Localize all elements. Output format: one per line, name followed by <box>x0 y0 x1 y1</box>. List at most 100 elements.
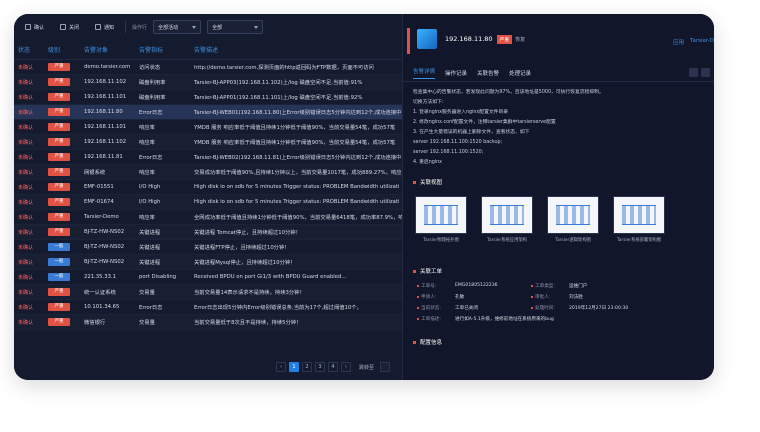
object-cell: BJ-TZ-HW-NS02 <box>84 244 125 250</box>
level-cell: 严重 <box>44 123 80 131</box>
prev-page-button[interactable]: ‹ <box>275 362 286 372</box>
status-cell: 未确认 <box>18 94 34 101</box>
workorder-section: 关联工单 <box>403 263 714 279</box>
handling-steps: 检查集中心的告警状态，若发现此问题为97%，且该地址是5000，可执行恢复流程抑… <box>403 82 714 174</box>
object-cell: 微信银行 <box>84 320 106 326</box>
tab-handling-log[interactable]: 处理记录 <box>509 69 531 77</box>
related-view-thumb[interactable]: Tarsier逻辑架构图 <box>545 196 601 243</box>
next-page-button[interactable]: › <box>340 362 351 372</box>
operate-label: 操作行 <box>132 24 148 31</box>
step-line: 1. 登录nginx服务器进入nginx配置文件目录 <box>413 110 509 115</box>
metric-cell: Error日志 <box>139 155 163 161</box>
level-cell: 严重 <box>44 168 80 176</box>
metric-cell: 磁盘利用率 <box>139 95 166 101</box>
page-button[interactable]: 3 <box>314 362 325 372</box>
status-cell: 未确认 <box>18 124 34 131</box>
activity-filter-select[interactable]: 全部活动 <box>153 20 202 34</box>
notify-button[interactable]: 通知 <box>90 20 119 34</box>
header-level[interactable]: 级别 <box>44 45 80 54</box>
level-badge: 严重 <box>48 288 70 296</box>
level-cell: 严重 <box>44 198 80 206</box>
step-line: server 192.168.11.100:1520 backup; <box>413 140 503 145</box>
level-badge: 一般 <box>48 273 70 281</box>
table-row[interactable]: 未确认 严重 网银系统 响应率 交易成功率低于阈值90%,且持续1分钟以上，当前… <box>14 165 402 180</box>
desc-cell: High disk io on sdb for 5 minutes Trigge… <box>194 199 400 205</box>
level-badge: 严重 <box>48 213 70 221</box>
jump-label: 跳转至 <box>358 364 374 371</box>
object-cell: BJ-TZ-HW-NS02 <box>84 229 125 235</box>
related-view-thumb[interactable]: Tarsier系统应用架构 <box>479 196 535 243</box>
object-cell: 192.168.11.101 <box>84 94 127 100</box>
table-row[interactable]: 未确认 严重 EMF-01551 I/O High High disk io o… <box>14 180 402 195</box>
table-row[interactable]: 未确认 严重 192.168.11.101 磁盘利用率 Tarsier-BJ-A… <box>14 90 402 105</box>
metric-cell: 关键进程 <box>139 230 161 236</box>
close-icon <box>60 24 67 30</box>
object-cell: EMF-01674 <box>84 199 114 205</box>
table-row[interactable]: 未确认 严重 EMF-01674 I/O High High disk io o… <box>14 195 402 210</box>
detail-status: 恢复 <box>515 36 526 43</box>
table-row[interactable]: 未确认 一般 BJ-TZ-HW-NS02 关键进程 关键进程FTP停止，且持续超… <box>14 240 402 255</box>
chevron-down-icon <box>254 25 259 29</box>
related-view-section: 关联视图 <box>403 174 714 190</box>
desc-cell: Received BPDU on port Gi1/3 with BPDU Gu… <box>194 274 347 280</box>
tab-alert-detail[interactable]: 告警详情 <box>413 67 436 79</box>
status-cell: 未确认 <box>18 109 34 116</box>
table-row[interactable]: 未确认 严重 192.168.11.102 磁盘利用率 Tarsier-BJ-A… <box>14 75 402 90</box>
status-cell: 未确认 <box>18 289 34 296</box>
step-line: server 192.168.11.100:1520; <box>413 150 484 155</box>
system-link[interactable]: Tarsier-D <box>690 38 714 44</box>
table-row[interactable]: 未确认 一般 BJ-TZ-HW-NS02 关键进程 关键进程Mysql停止，且持… <box>14 255 402 270</box>
close-button[interactable]: 关闭 <box>55 20 84 34</box>
page-button[interactable]: 1 <box>288 362 299 372</box>
alert-table-body: 未确认 严重 demo.tarsier.com 访问状态 http://demo… <box>14 60 402 330</box>
table-row[interactable]: 未确认 严重 192.168.11.102 响应率 YMDB 服务 响应率低于阈… <box>14 135 402 150</box>
table-row[interactable]: 未确认 严重 统一认证系统 交易量 当前交易量14表示请求不是持续，持续3分钟！ <box>14 285 402 300</box>
table-row[interactable]: 未确认 严重 BJ-TZ-HW-NS02 关键进程 关键进程 Tomcat停止，… <box>14 225 402 240</box>
confirm-button[interactable]: 确认 <box>20 20 49 34</box>
header-desc[interactable]: 告警描述 <box>190 45 402 54</box>
level-badge: 严重 <box>48 123 70 131</box>
page-button[interactable]: 4 <box>327 362 338 372</box>
tab-related-alerts[interactable]: 关联告警 <box>477 69 499 77</box>
level-cell: 严重 <box>44 108 80 116</box>
level-badge: 一般 <box>48 243 70 251</box>
gear-icon[interactable] <box>689 68 698 77</box>
detail-tabs: 告警详情 操作记录 关联告警 处理记录 <box>403 64 714 82</box>
detail-header: 192.168.11.80 严重 恢复 应用 Tarsier-D <box>403 14 714 64</box>
table-row[interactable]: 未确认 严重 10.101.34.65 Error日志 Error日志出现5分钟… <box>14 300 402 315</box>
desc-cell: 关键进程 Tomcat停止，且持续超过10分钟！ <box>194 230 301 236</box>
workorder-value: 运维门户 <box>569 284 588 289</box>
desc-cell: 关键进程Mysql停止，且持续超过10分钟！ <box>194 260 296 266</box>
app-link[interactable]: 应用 <box>673 38 684 46</box>
expand-icon[interactable] <box>701 68 710 77</box>
desc-cell: 当前交易量14表示请求不是持续，持续3分钟！ <box>194 290 305 296</box>
table-row[interactable]: 未确认 严重 192.168.11.80 Error日志 Tarsier-BJ-… <box>14 105 402 120</box>
scope-filter-select[interactable]: 全部 <box>207 20 264 34</box>
config-section: 配置信息 <box>403 334 714 350</box>
metric-cell: Error日志 <box>139 305 163 311</box>
related-view-thumb[interactable]: Tarsier物理拓扑图 <box>413 196 469 243</box>
topology-diagram-thumbnail <box>415 196 467 234</box>
metric-cell: 交易量 <box>139 290 155 296</box>
header-metric[interactable]: 告警指标 <box>135 45 190 54</box>
table-row[interactable]: 未确认 一般 221.35.33.1 port Disabling Receiv… <box>14 270 402 285</box>
header-object[interactable]: 告警对象 <box>80 45 135 54</box>
jump-input[interactable] <box>380 362 390 372</box>
step-line: 4. 重启nginx <box>413 160 442 165</box>
status-cell: 未确认 <box>18 259 34 266</box>
related-view-thumb[interactable]: Tarsier系统部署架构图 <box>611 196 667 243</box>
table-row[interactable]: 未确认 严重 192.168.11.81 Error日志 Tarsier-BJ-… <box>14 150 402 165</box>
table-row[interactable]: 未确认 严重 192.168.11.101 响应率 YMDB 服务 响应率低于阈… <box>14 120 402 135</box>
header-status[interactable]: 状态 <box>14 45 44 54</box>
table-row[interactable]: 未确认 严重 Tarsier-Demo 响应率 全网成功率低于阈值且持续1分钟低… <box>14 210 402 225</box>
page-button[interactable]: 2 <box>301 362 312 372</box>
table-row[interactable]: 未确认 严重 微信银行 交易量 当前交易量低于8次且不是持续，持续5分钟！ <box>14 315 402 330</box>
status-cell: 未确认 <box>18 169 34 176</box>
level-cell: 严重 <box>44 213 80 221</box>
desc-cell: Tarsier-BJ-APP03(192.168.11.102)上/log 磁盘… <box>194 80 363 86</box>
object-cell: Tarsier-Demo <box>84 214 119 220</box>
object-cell: EMF-01551 <box>84 184 114 190</box>
tab-operation-log[interactable]: 操作记录 <box>445 69 467 77</box>
table-row[interactable]: 未确认 严重 demo.tarsier.com 访问状态 http://demo… <box>14 60 402 75</box>
status-cell: 未确认 <box>18 244 34 251</box>
